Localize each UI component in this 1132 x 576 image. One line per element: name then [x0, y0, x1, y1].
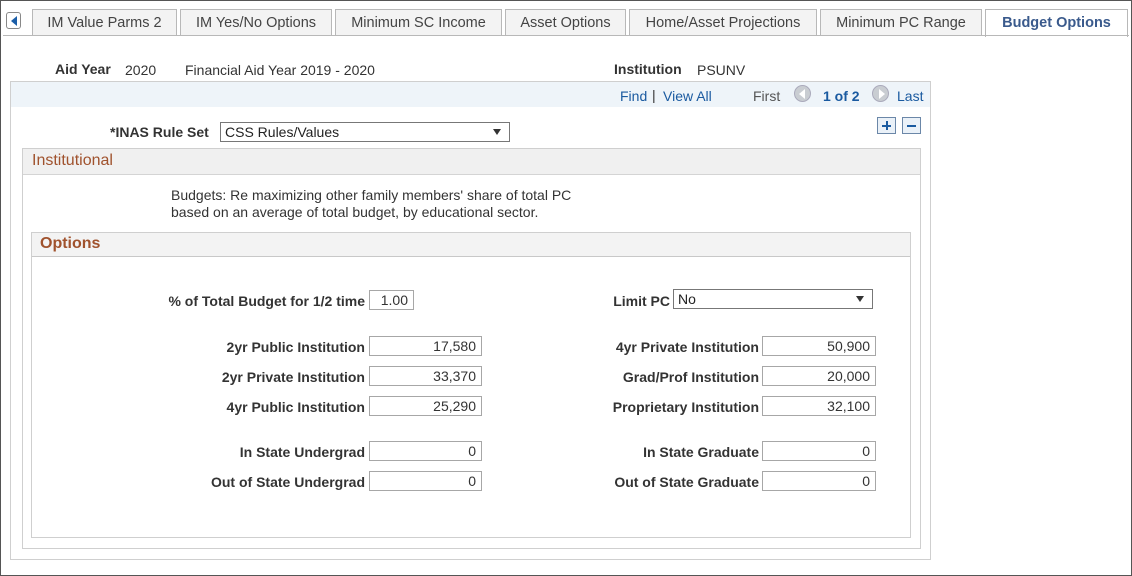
institutional-header: Institutional	[23, 149, 920, 175]
minus-icon	[907, 125, 916, 127]
page-indicator: 1 of 2	[823, 88, 860, 104]
grad-prof-label: Grad/Prof Institution	[622, 369, 759, 385]
pct-total-budget-input[interactable]: 1.00	[369, 290, 414, 310]
in-state-undergrad-label: In State Undergrad	[239, 444, 365, 460]
dropdown-arrow-icon	[856, 296, 864, 302]
limit-pc-value: No	[678, 291, 696, 307]
aid-year-description: Financial Aid Year 2019 - 2020	[185, 62, 375, 78]
add-row-button[interactable]	[877, 117, 896, 134]
inas-rule-set-value: CSS Rules/Values	[225, 124, 340, 140]
tab-im-yes-no-options[interactable]: IM Yes/No Options	[180, 9, 332, 36]
description-line-1: Budgets: Re maximizing other family memb…	[171, 187, 572, 203]
find-link[interactable]: Find	[620, 88, 647, 104]
tab-asset-options[interactable]: Asset Options	[505, 9, 626, 36]
tab-scroll-left-button[interactable]	[6, 12, 21, 29]
yr2-public-input[interactable]: 17,580	[369, 336, 482, 356]
last-link[interactable]: Last	[897, 88, 923, 104]
dropdown-arrow-icon	[493, 129, 501, 135]
out-state-graduate-label: Out of State Graduate	[614, 474, 759, 490]
institution-label: Institution	[614, 61, 682, 77]
first-label: First	[753, 88, 781, 104]
description-line-2: based on an average of total budget, by …	[171, 204, 539, 220]
out-state-graduate-input[interactable]: 0	[762, 471, 876, 491]
tab-minimum-sc-income[interactable]: Minimum SC Income	[335, 9, 502, 36]
yr4-private-input[interactable]: 50,900	[762, 336, 876, 356]
in-state-graduate-input[interactable]: 0	[762, 441, 876, 461]
options-title: Options	[40, 235, 101, 252]
view-all-link[interactable]: View All	[663, 88, 712, 104]
pct-total-budget-label: % of Total Budget for 1/2 time	[168, 293, 365, 309]
aid-year-value: 2020	[125, 62, 157, 78]
tab-im-value-parms-2[interactable]: IM Value Parms 2	[32, 9, 177, 36]
institutional-title: Institutional	[32, 152, 113, 169]
tab-home-asset-projections[interactable]: Home/Asset Projections	[629, 9, 817, 36]
aid-year-label: Aid Year	[55, 61, 111, 77]
in-state-undergrad-input[interactable]: 0	[369, 441, 482, 461]
grad-prof-input[interactable]: 20,000	[762, 366, 876, 386]
proprietary-input[interactable]: 32,100	[762, 396, 876, 416]
tab-underline	[3, 35, 1129, 36]
institutional-description: Budgets: Re maximizing other family memb…	[171, 187, 571, 221]
next-row-button[interactable]	[872, 85, 889, 102]
tab-bar: IM Value Parms 2 IM Yes/No Options Minim…	[0, 0, 1132, 38]
chevron-left-icon	[11, 16, 17, 26]
previous-row-button[interactable]	[794, 85, 811, 102]
out-state-undergrad-input[interactable]: 0	[369, 471, 482, 491]
inas-rule-set-select[interactable]: CSS Rules/Values	[220, 122, 510, 142]
delete-row-button[interactable]	[902, 117, 921, 134]
yr4-private-label: 4yr Private Institution	[615, 339, 759, 355]
institution-value: PSUNV	[697, 62, 746, 78]
out-state-undergrad-label: Out of State Undergrad	[210, 474, 365, 490]
yr2-private-input[interactable]: 33,370	[369, 366, 482, 386]
tab-budget-options[interactable]: Budget Options	[985, 9, 1128, 37]
tab-minimum-pc-range[interactable]: Minimum PC Range	[820, 9, 982, 36]
yr2-public-label: 2yr Public Institution	[226, 339, 365, 355]
limit-pc-label: Limit PC	[613, 293, 670, 309]
options-header: Options	[32, 233, 910, 257]
proprietary-label: Proprietary Institution	[612, 399, 759, 415]
navigation-bar	[11, 82, 930, 107]
yr2-private-label: 2yr Private Institution	[221, 369, 365, 385]
inas-rule-set-label: *INAS Rule Set	[110, 124, 209, 140]
yr4-public-label: 4yr Public Institution	[226, 399, 365, 415]
limit-pc-select[interactable]: No	[673, 289, 873, 309]
in-state-graduate-label: In State Graduate	[643, 444, 759, 460]
nav-separator: |	[652, 87, 656, 103]
yr4-public-input[interactable]: 25,290	[369, 396, 482, 416]
